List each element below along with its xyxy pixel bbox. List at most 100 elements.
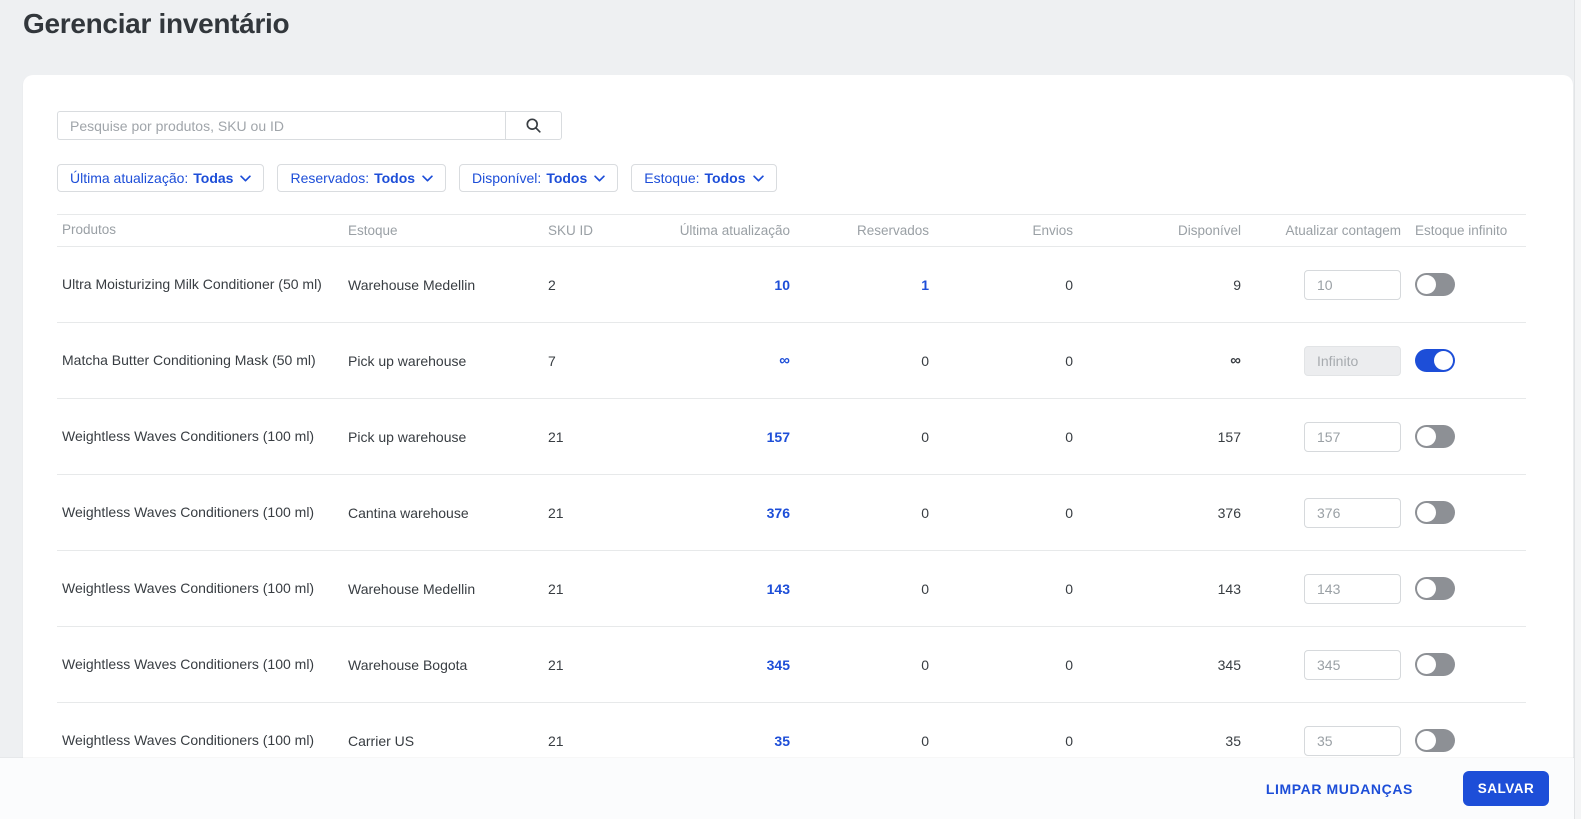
filter-bar: Última atualização: Todas Reservados: To…: [57, 164, 1573, 192]
sku-id: 21: [548, 656, 564, 673]
infinite-stock-toggle[interactable]: [1415, 273, 1455, 296]
last-update-link[interactable]: 143: [767, 581, 790, 597]
sku-id: 21: [548, 504, 564, 521]
sku-id: 21: [548, 428, 564, 445]
toggle-knob: [1417, 731, 1436, 750]
last-update-link[interactable]: 35: [774, 733, 790, 749]
shipments-value: 0: [1065, 732, 1073, 749]
update-count-cell: [1245, 345, 1401, 376]
product-name: Weightless Waves Conditioners (100 ml): [62, 732, 315, 749]
infinite-stock-cell: [1401, 349, 1526, 372]
last-update-link[interactable]: ∞: [779, 352, 790, 369]
reserved-link[interactable]: 1: [921, 277, 929, 293]
chevron-down-icon: [752, 174, 764, 182]
toggle-knob: [1417, 275, 1436, 294]
filter-available[interactable]: Disponível: Todos: [459, 164, 619, 192]
infinite-stock-cell: [1401, 653, 1526, 676]
available-value: 9: [1233, 276, 1241, 293]
last-update-link[interactable]: 376: [767, 505, 790, 521]
chevron-down-icon: [240, 174, 252, 182]
shipments-value: 0: [1065, 656, 1073, 673]
stock-location: Warehouse Medellin: [348, 580, 476, 597]
update-count-input: [1304, 345, 1401, 376]
sku-id: 7: [548, 352, 556, 369]
table-row: Ultra Moisturizing Milk Conditioner (50 …: [57, 247, 1526, 323]
reserved-value: 0: [921, 504, 929, 521]
update-count-input[interactable]: [1304, 725, 1401, 756]
search-input[interactable]: [57, 111, 505, 140]
filter-value: Todos: [546, 170, 588, 186]
filter-label: Estoque:: [644, 170, 700, 186]
chevron-down-icon: [422, 174, 433, 182]
sku-id: 21: [548, 580, 564, 597]
update-count-cell: [1245, 725, 1401, 756]
last-update-cell: 143: [648, 581, 800, 597]
infinite-stock-cell: [1401, 501, 1526, 524]
column-header-shipments: Envios: [1032, 223, 1073, 238]
infinite-stock-toggle[interactable]: [1415, 729, 1455, 752]
save-button[interactable]: SALVAR: [1463, 771, 1549, 806]
column-header-last-update: Última atualização: [679, 223, 790, 238]
toggle-knob: [1417, 655, 1436, 674]
available-value: 345: [1217, 656, 1241, 673]
update-count-cell: [1245, 269, 1401, 300]
filter-last-update[interactable]: Última atualização: Todas: [57, 164, 265, 192]
filter-label: Disponível:: [472, 170, 542, 186]
table-row: Weightless Waves Conditioners (100 ml) Wa…: [57, 627, 1526, 703]
available-value: 35: [1225, 732, 1241, 749]
last-update-cell: 376: [648, 505, 800, 521]
last-update-link[interactable]: 345: [767, 657, 790, 673]
product-name: Weightless Waves Conditioners (100 ml): [62, 428, 315, 445]
reserved-value: 0: [921, 580, 929, 597]
search-bar: [57, 111, 562, 140]
infinite-stock-toggle[interactable]: [1415, 425, 1455, 448]
reserved-value: 0: [921, 352, 929, 369]
table-body: Ultra Moisturizing Milk Conditioner (50 …: [57, 247, 1526, 779]
toggle-knob: [1417, 503, 1436, 522]
column-header-available: Disponível: [1177, 223, 1241, 238]
last-update-link[interactable]: 10: [774, 277, 790, 293]
update-count-input[interactable]: [1304, 497, 1401, 528]
inventory-table: Produtos Estoque SKU ID Última atualização R…: [57, 214, 1526, 779]
product-name: Ultra Moisturizing Milk Conditioner (50 …: [62, 276, 322, 293]
update-count-input[interactable]: [1304, 649, 1401, 680]
scrollbar[interactable]: [1574, 0, 1581, 819]
clear-changes-button[interactable]: LIMPAR MUDANÇAS: [1266, 781, 1413, 797]
sku-id: 2: [548, 276, 556, 293]
save-bar: LIMPAR MUDANÇAS SALVAR: [0, 758, 1581, 819]
last-update-cell: 35: [648, 733, 800, 749]
reserved-value: 0: [921, 428, 929, 445]
table-row: Weightless Waves Conditioners (100 ml) Pi…: [57, 399, 1526, 475]
update-count-cell: [1245, 649, 1401, 680]
infinite-stock-cell: [1401, 425, 1526, 448]
last-update-link[interactable]: 157: [767, 429, 790, 445]
stock-location: Carrier US: [348, 732, 415, 749]
toggle-knob: [1417, 579, 1436, 598]
update-count-input[interactable]: [1304, 269, 1401, 300]
filter-stock[interactable]: Estoque: Todos: [631, 164, 777, 192]
available-value: 376: [1217, 504, 1241, 521]
chevron-down-icon: [594, 174, 606, 182]
table-row: Weightless Waves Conditioners (100 ml) Wa…: [57, 551, 1526, 627]
infinite-stock-toggle[interactable]: [1415, 501, 1455, 524]
update-count-input[interactable]: [1304, 573, 1401, 604]
filter-reserved[interactable]: Reservados: Todos: [277, 164, 447, 192]
infinite-stock-cell: [1401, 577, 1526, 600]
infinite-stock-toggle[interactable]: [1415, 349, 1455, 372]
update-count-cell: [1245, 421, 1401, 452]
last-update-cell: 157: [648, 429, 800, 445]
table-row: Matcha Butter Conditioning Mask (50 ml) P…: [57, 323, 1526, 399]
shipments-value: 0: [1065, 352, 1073, 369]
last-update-cell: 10: [648, 277, 800, 293]
filter-value: Todos: [704, 170, 746, 186]
product-name: Matcha Butter Conditioning Mask (50 ml): [62, 352, 316, 369]
filter-label: Reservados:: [290, 170, 370, 186]
update-count-input[interactable]: [1304, 421, 1401, 452]
toggle-knob: [1434, 351, 1453, 370]
infinite-stock-toggle[interactable]: [1415, 577, 1455, 600]
column-header-products: Produtos: [62, 222, 117, 238]
stock-location: Warehouse Bogota: [348, 656, 468, 673]
infinite-stock-toggle[interactable]: [1415, 653, 1455, 676]
search-button[interactable]: [505, 111, 562, 140]
table-row: Weightless Waves Conditioners (100 ml) Ca…: [57, 475, 1526, 551]
